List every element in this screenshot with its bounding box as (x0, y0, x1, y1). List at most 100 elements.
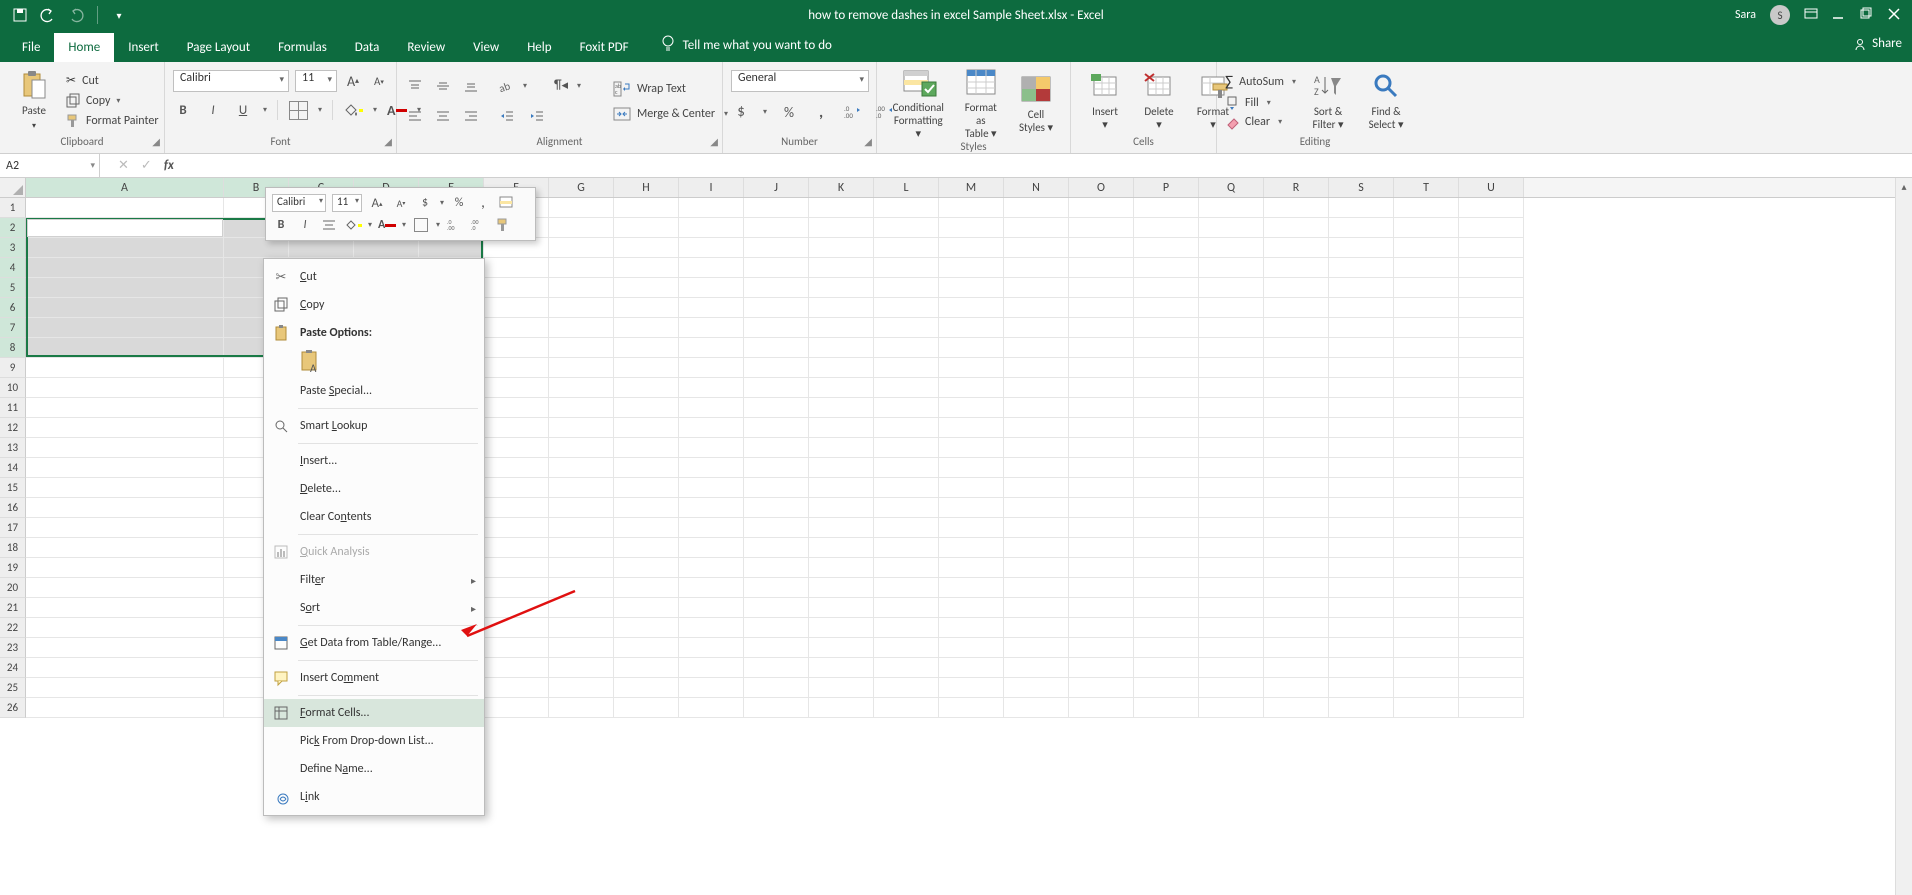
column-header[interactable]: R (1264, 178, 1329, 197)
cell[interactable] (1459, 358, 1524, 378)
cell[interactable] (1134, 278, 1199, 298)
cell[interactable] (679, 198, 744, 218)
ctx-copy[interactable]: Copy (264, 291, 484, 319)
cell[interactable] (939, 558, 1004, 578)
copy-button[interactable]: Copy▾ (66, 94, 159, 108)
cell[interactable] (1329, 358, 1394, 378)
cell[interactable] (1199, 558, 1264, 578)
cell[interactable] (549, 678, 614, 698)
cell[interactable] (939, 358, 1004, 378)
cell[interactable] (1264, 438, 1329, 458)
ctx-sort[interactable]: Sort▸ (264, 594, 484, 622)
cell[interactable] (679, 398, 744, 418)
cell[interactable] (1199, 378, 1264, 398)
cell[interactable] (484, 658, 549, 678)
cell[interactable] (1329, 698, 1394, 718)
cell[interactable] (1004, 198, 1069, 218)
cell[interactable] (1199, 238, 1264, 258)
cell[interactable] (549, 358, 614, 378)
cell[interactable] (1199, 198, 1264, 218)
cell[interactable] (484, 318, 549, 338)
row-header[interactable]: 9 (0, 358, 26, 378)
cell[interactable] (1264, 338, 1329, 358)
cell[interactable] (874, 398, 939, 418)
cell[interactable] (549, 198, 614, 218)
cell[interactable] (744, 398, 809, 418)
cell[interactable] (1264, 478, 1329, 498)
cell[interactable] (1004, 578, 1069, 598)
cell[interactable] (549, 418, 614, 438)
cell[interactable] (1134, 198, 1199, 218)
tab-file[interactable]: File (8, 33, 54, 62)
cell[interactable] (1394, 238, 1459, 258)
ctx-clear-contents[interactable]: Clear Contents (264, 503, 484, 531)
cell[interactable] (1329, 338, 1394, 358)
cell[interactable] (1069, 618, 1134, 638)
cell[interactable] (809, 678, 874, 698)
cell[interactable] (26, 338, 224, 358)
mini-dec-decimal-icon[interactable]: .00.0 (470, 216, 488, 234)
cell[interactable] (26, 358, 224, 378)
cell[interactable] (614, 478, 679, 498)
cell[interactable] (744, 378, 809, 398)
cell[interactable] (1394, 298, 1459, 318)
cell[interactable] (26, 418, 224, 438)
cell[interactable] (1069, 678, 1134, 698)
cell[interactable] (1459, 698, 1524, 718)
cell[interactable] (1004, 458, 1069, 478)
cell[interactable] (549, 238, 614, 258)
tab-foxit-pdf[interactable]: Foxit PDF (566, 33, 643, 62)
cell[interactable] (1394, 318, 1459, 338)
cell[interactable] (1329, 278, 1394, 298)
cell[interactable] (614, 358, 679, 378)
cell[interactable] (1069, 598, 1134, 618)
cell[interactable] (484, 558, 549, 578)
cell[interactable] (1199, 658, 1264, 678)
cell[interactable] (614, 658, 679, 678)
cell[interactable] (1394, 678, 1459, 698)
cell[interactable] (809, 318, 874, 338)
cell[interactable] (1459, 218, 1524, 238)
cell[interactable] (484, 298, 549, 318)
cell[interactable] (1459, 598, 1524, 618)
cell[interactable] (939, 698, 1004, 718)
cell[interactable] (744, 538, 809, 558)
cell[interactable] (1264, 258, 1329, 278)
column-header[interactable]: O (1069, 178, 1134, 197)
cell[interactable] (1134, 418, 1199, 438)
cell[interactable] (744, 658, 809, 678)
cell[interactable] (744, 638, 809, 658)
select-all-corner[interactable] (0, 178, 26, 197)
cell[interactable] (419, 238, 484, 258)
cell[interactable] (1004, 418, 1069, 438)
ctx-delete[interactable]: Delete... (264, 475, 484, 503)
cell[interactable] (1199, 218, 1264, 238)
decrease-font-icon[interactable]: A▾ (369, 71, 389, 91)
cell[interactable] (1394, 398, 1459, 418)
tab-formulas[interactable]: Formulas (264, 33, 341, 62)
cell[interactable] (1459, 418, 1524, 438)
cell[interactable] (1004, 298, 1069, 318)
cell[interactable] (744, 358, 809, 378)
cell[interactable] (1004, 258, 1069, 278)
cell[interactable] (549, 698, 614, 718)
cell[interactable] (1004, 698, 1069, 718)
row-header[interactable]: 13 (0, 438, 26, 458)
cell[interactable] (549, 338, 614, 358)
fill-color-button[interactable] (343, 100, 363, 120)
row-header[interactable]: 5 (0, 278, 26, 298)
mini-percent-icon[interactable]: % (450, 194, 468, 212)
row-header[interactable]: 25 (0, 678, 26, 698)
insert-cells-button[interactable]: Insert▾ (1079, 70, 1131, 131)
mini-inc-decimal-icon[interactable]: .0.00 (446, 216, 464, 234)
cell[interactable] (484, 578, 549, 598)
row-header[interactable]: 23 (0, 638, 26, 658)
cell[interactable] (1264, 598, 1329, 618)
mini-bold-icon[interactable]: B (272, 216, 290, 234)
cell[interactable] (1134, 458, 1199, 478)
fx-icon[interactable]: fx (164, 158, 174, 173)
cell[interactable] (614, 278, 679, 298)
cell[interactable] (809, 538, 874, 558)
dialog-launcher-icon[interactable]: ◢ (152, 135, 160, 148)
cell[interactable] (939, 678, 1004, 698)
